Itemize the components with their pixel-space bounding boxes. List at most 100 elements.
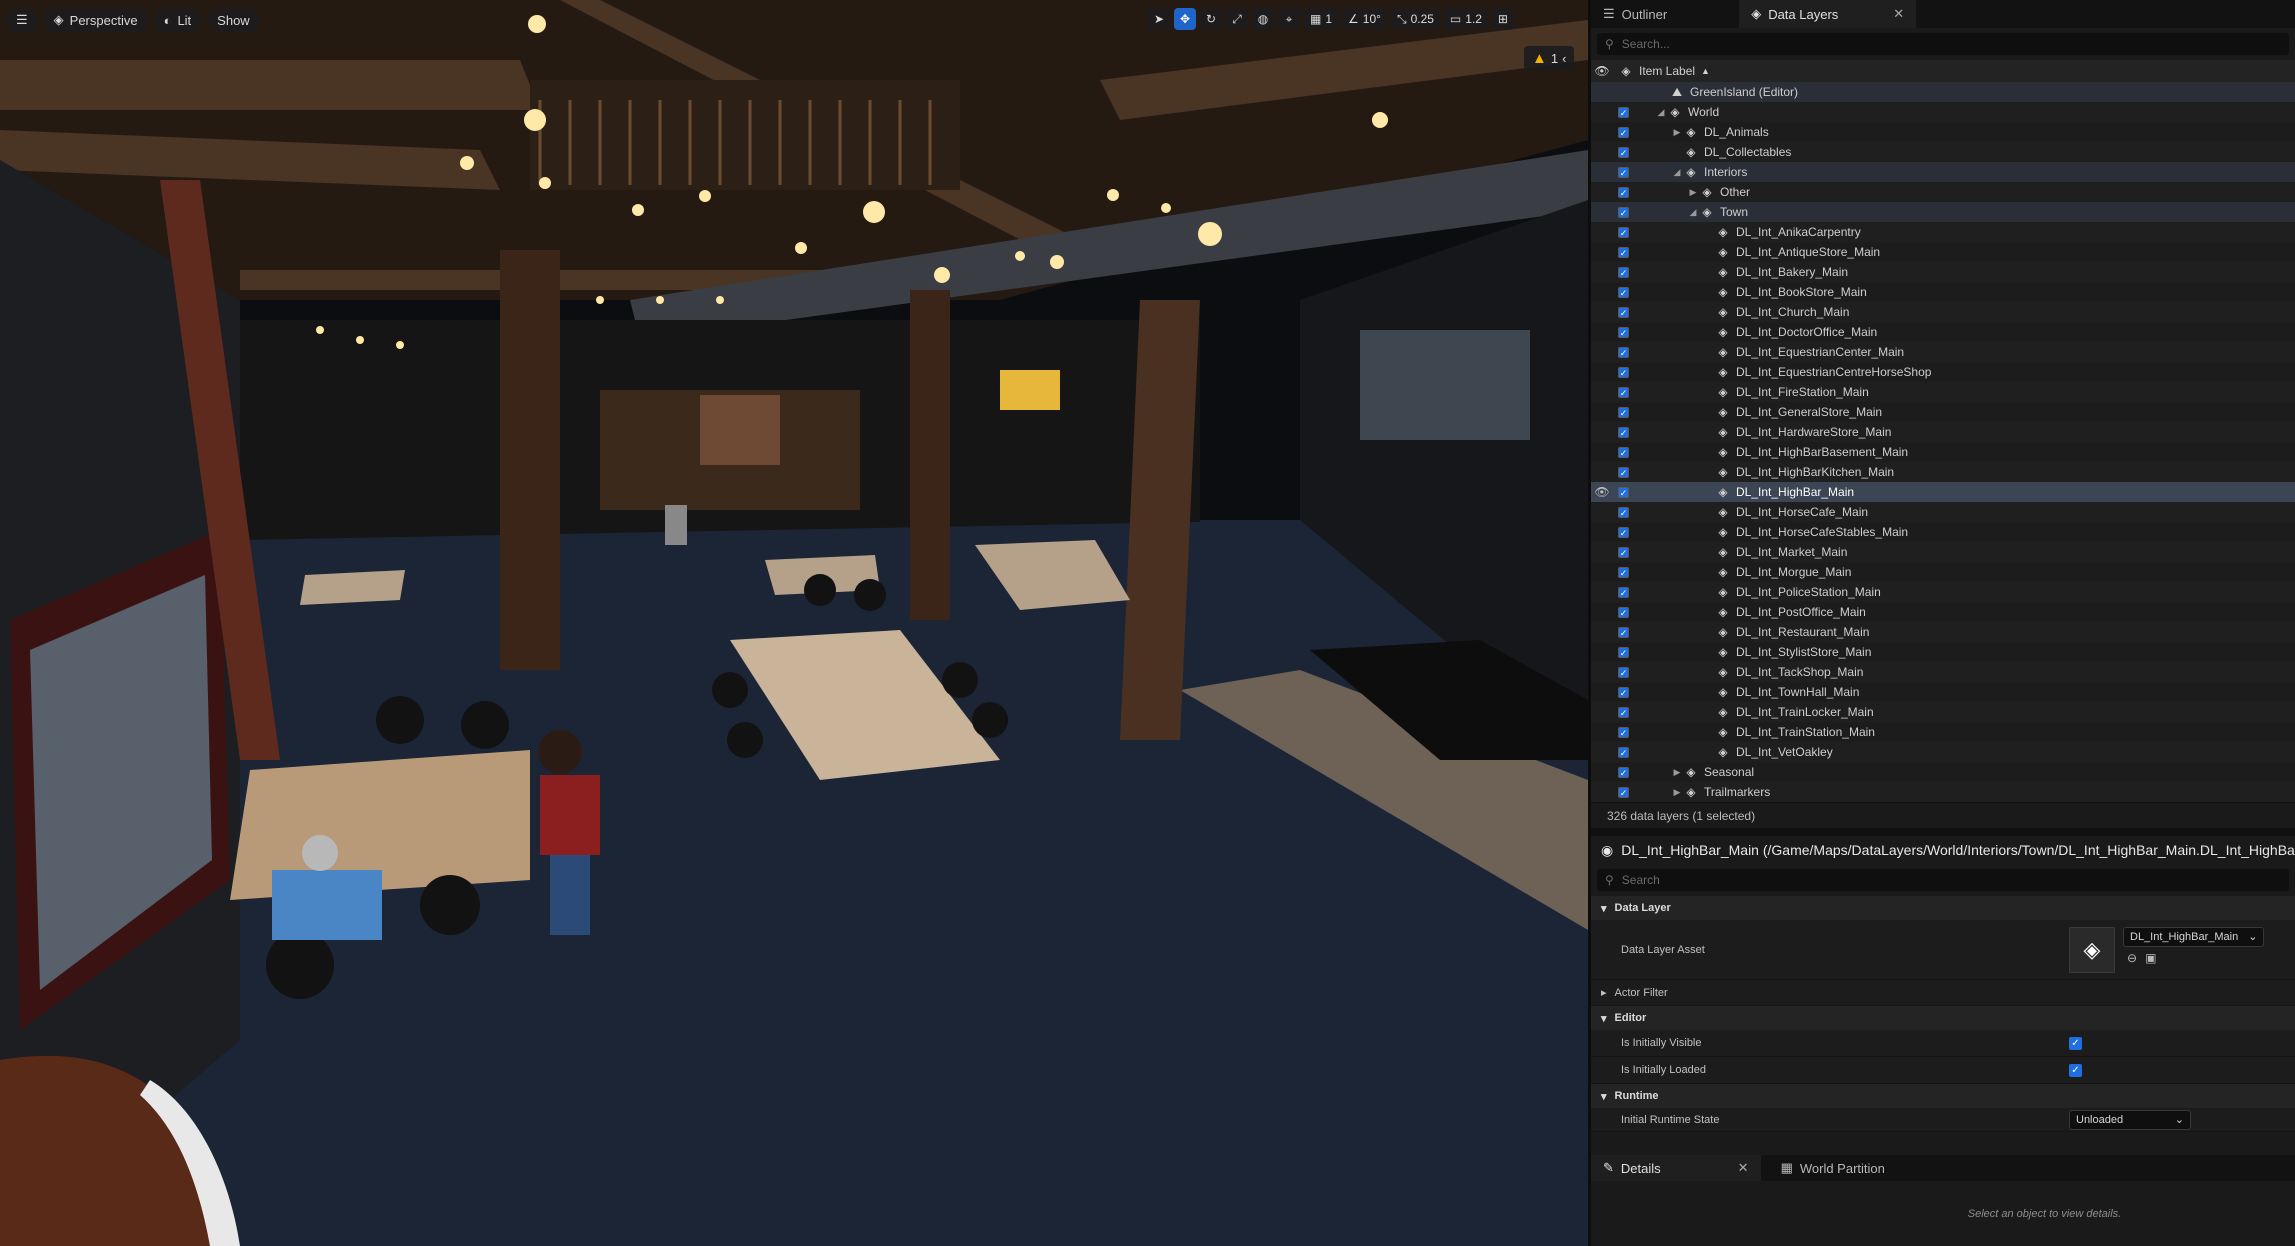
section-runtime[interactable]: ▾ Runtime bbox=[1591, 1084, 2295, 1108]
tree-row[interactable]: ✓ ◈ DL_Int_Morgue_Main bbox=[1591, 562, 2295, 582]
browse-asset-icon[interactable]: ▣ bbox=[2145, 951, 2156, 965]
loaded-checkbox[interactable]: ✓ bbox=[1618, 406, 1629, 418]
details-search-input[interactable]: ⚲ Search bbox=[1597, 869, 2289, 891]
item-label-header[interactable]: Item Label bbox=[1639, 64, 1695, 78]
grid-snap-toggle[interactable]: ▦ 1 bbox=[1304, 8, 1339, 30]
tree-row[interactable]: ✓ ◢ ◈ Interiors bbox=[1591, 162, 2295, 182]
level-viewport[interactable]: ☰ ◈ Perspective ◐ Lit Show ➤ ✥ ↻ ⤢ ◍ ⌖ ▦… bbox=[0, 0, 1588, 1246]
tree-row[interactable]: ✓ ◈ DL_Int_TrainStation_Main bbox=[1591, 722, 2295, 742]
show-button[interactable]: Show bbox=[207, 8, 260, 32]
loaded-checkbox[interactable]: ✓ bbox=[1618, 666, 1629, 678]
tree-row[interactable]: ⛰ GreenIsland (Editor) bbox=[1591, 82, 2295, 102]
view-mode-button[interactable]: ◐ Lit bbox=[153, 8, 202, 32]
loaded-checkbox[interactable]: ✓ bbox=[1618, 586, 1629, 598]
warnings-button[interactable]: ▲ 1 ‹ bbox=[1524, 46, 1575, 70]
tree-row[interactable]: ✓ ◢ ◈ Town bbox=[1591, 202, 2295, 222]
tree-row[interactable]: ✓ ◈ DL_Int_TrainLocker_Main bbox=[1591, 702, 2295, 722]
scale-tool-icon[interactable]: ⤢ bbox=[1226, 8, 1248, 30]
tree-row[interactable]: ✓ ◈ DL_Int_TackShop_Main bbox=[1591, 662, 2295, 682]
tree-row[interactable]: ✓ ◈ DL_Int_EquestrianCenter_Main bbox=[1591, 342, 2295, 362]
loaded-checkbox[interactable]: ✓ bbox=[1618, 686, 1629, 698]
close-icon[interactable]: ✕ bbox=[1738, 1160, 1749, 1176]
tree-row[interactable]: ✓ ◈ DL_Int_Church_Main bbox=[1591, 302, 2295, 322]
loaded-checkbox[interactable]: ✓ bbox=[1618, 266, 1629, 278]
tree-row[interactable]: ✓ ▶ ◈ Other bbox=[1591, 182, 2295, 202]
tree-row[interactable]: ✓ ▶ ◈ Trailmarkers bbox=[1591, 782, 2295, 802]
data-layer-asset-dropdown[interactable]: DL_Int_HighBar_Main ⌄ bbox=[2123, 926, 2265, 947]
loaded-checkbox[interactable]: ✓ bbox=[1618, 226, 1629, 238]
tab-outliner[interactable]: ☰ Outliner bbox=[1591, 0, 1679, 28]
actor-filter-row[interactable]: ▸ Actor Filter bbox=[1591, 980, 2295, 1006]
loaded-checkbox[interactable]: ✓ bbox=[1618, 446, 1629, 458]
surface-snap-icon[interactable]: ⌖ bbox=[1278, 8, 1300, 30]
chevron-down-icon[interactable]: ◢ bbox=[1655, 107, 1667, 118]
tree-row[interactable]: ✓ ◈ DL_Int_StylistStore_Main bbox=[1591, 642, 2295, 662]
tree-row[interactable]: ✓ ◈ DL_Int_AntiqueStore_Main bbox=[1591, 242, 2295, 262]
loaded-checkbox[interactable]: ✓ bbox=[1618, 546, 1629, 558]
loaded-checkbox[interactable]: ✓ bbox=[1618, 746, 1629, 758]
tree-row[interactable]: ✓ ◈ DL_Int_GeneralStore_Main bbox=[1591, 402, 2295, 422]
loaded-checkbox[interactable]: ✓ bbox=[1618, 346, 1629, 358]
visibility-column-icon[interactable]: 👁 bbox=[1591, 64, 1613, 78]
chevron-right-icon[interactable]: ▶ bbox=[1671, 787, 1683, 798]
viewport-menu-button[interactable]: ☰ bbox=[6, 8, 38, 32]
tree-row[interactable]: ✓ ◈ DL_Int_FireStation_Main bbox=[1591, 382, 2295, 402]
loaded-checkbox[interactable]: ✓ bbox=[1618, 706, 1629, 718]
loaded-checkbox[interactable]: ✓ bbox=[1618, 726, 1629, 738]
tree-row[interactable]: ✓ ◈ DL_Int_HardwareStore_Main bbox=[1591, 422, 2295, 442]
close-icon[interactable]: ✕ bbox=[1893, 6, 1904, 22]
tree-row[interactable]: ✓ ◈ DL_Int_HighBarKitchen_Main bbox=[1591, 462, 2295, 482]
runtime-state-dropdown[interactable]: Unloaded ⌄ bbox=[2069, 1109, 2191, 1130]
tree-row[interactable]: ✓ ◈ DL_Int_AnikaCarpentry bbox=[1591, 222, 2295, 242]
loaded-checkbox[interactable]: ✓ bbox=[1618, 126, 1629, 138]
chevron-right-icon[interactable]: ▶ bbox=[1671, 767, 1683, 778]
perspective-button[interactable]: ◈ Perspective bbox=[43, 8, 148, 32]
loaded-checkbox[interactable]: ✓ bbox=[1618, 786, 1629, 798]
translate-tool-icon[interactable]: ✥ bbox=[1174, 8, 1196, 30]
tab-world-partition[interactable]: ▦ World Partition bbox=[1769, 1155, 1897, 1181]
asset-thumbnail-icon[interactable]: ◈ bbox=[2069, 926, 2115, 973]
loaded-checkbox[interactable]: ✓ bbox=[1618, 646, 1629, 658]
loaded-checkbox[interactable]: ✓ bbox=[1618, 106, 1629, 118]
tree-row[interactable]: ✓ ◈ DL_Int_HorseCafeStables_Main bbox=[1591, 522, 2295, 542]
tree-row[interactable]: ✓ ◈ DL_Int_PostOffice_Main bbox=[1591, 602, 2295, 622]
visibility-eye-icon[interactable]: 👁 bbox=[1591, 485, 1613, 499]
loaded-checkbox[interactable]: ✓ bbox=[1618, 206, 1629, 218]
loaded-checkbox[interactable]: ✓ bbox=[1618, 486, 1629, 498]
loaded-checkbox[interactable]: ✓ bbox=[1618, 566, 1629, 578]
tree-row[interactable]: ✓ ◈ DL_Int_Bakery_Main bbox=[1591, 262, 2295, 282]
tree-row[interactable]: ✓ ◈ DL_Collectables bbox=[1591, 142, 2295, 162]
section-editor[interactable]: ▾ Editor bbox=[1591, 1006, 2295, 1030]
tree-row[interactable]: ✓ ◈ DL_Int_EquestrianCentreHorseShop bbox=[1591, 362, 2295, 382]
chevron-down-icon[interactable]: ◢ bbox=[1671, 167, 1683, 178]
loaded-checkbox[interactable]: ✓ bbox=[1618, 606, 1629, 618]
tree-row[interactable]: ✓ ◈ DL_Int_VetOakley bbox=[1591, 742, 2295, 762]
tree-row[interactable]: ✓ ◈ DL_Int_Restaurant_Main bbox=[1591, 622, 2295, 642]
tree-row[interactable]: ✓ ◈ DL_Int_DoctorOffice_Main bbox=[1591, 322, 2295, 342]
loaded-checkbox[interactable]: ✓ bbox=[1618, 526, 1629, 538]
tree-row[interactable]: ✓ ◈ DL_Int_HighBarBasement_Main bbox=[1591, 442, 2295, 462]
loaded-checkbox[interactable]: ✓ bbox=[1618, 366, 1629, 378]
chevron-right-icon[interactable]: ▶ bbox=[1671, 127, 1683, 138]
tree-row[interactable]: ✓ ◈ DL_Int_HorseCafe_Main bbox=[1591, 502, 2295, 522]
tree-row[interactable]: ✓ ◈ DL_Int_Market_Main bbox=[1591, 542, 2295, 562]
loaded-checkbox[interactable]: ✓ bbox=[1618, 146, 1629, 158]
tab-data-layers[interactable]: ◈ Data Layers ✕ bbox=[1739, 0, 1917, 28]
loaded-checkbox[interactable]: ✓ bbox=[1618, 766, 1629, 778]
loaded-checkbox[interactable]: ✓ bbox=[1618, 386, 1629, 398]
loaded-checkbox[interactable]: ✓ bbox=[1618, 286, 1629, 298]
tree-row[interactable]: ✓ ◈ DL_Int_PoliceStation_Main bbox=[1591, 582, 2295, 602]
viewport-layout-icon[interactable]: ⊞ bbox=[1491, 8, 1514, 30]
tree-row[interactable]: ✓ ▶ ◈ Seasonal bbox=[1591, 762, 2295, 782]
chevron-down-icon[interactable]: ◢ bbox=[1687, 207, 1699, 218]
loaded-checkbox[interactable]: ✓ bbox=[1618, 626, 1629, 638]
camera-speed-button[interactable]: ▭ 1.2 bbox=[1443, 8, 1488, 30]
scale-snap-toggle[interactable]: ⤡ 0.25 bbox=[1390, 8, 1440, 30]
world-space-icon[interactable]: ◍ bbox=[1252, 8, 1274, 30]
rotate-tool-icon[interactable]: ↻ bbox=[1200, 8, 1222, 30]
loaded-checkbox[interactable]: ✓ bbox=[1618, 306, 1629, 318]
loaded-checkbox[interactable]: ✓ bbox=[1618, 326, 1629, 338]
select-tool-icon[interactable]: ➤ bbox=[1148, 8, 1170, 30]
loaded-checkbox[interactable]: ✓ bbox=[1618, 506, 1629, 518]
tree-row[interactable]: ✓ ◈ DL_Int_TownHall_Main bbox=[1591, 682, 2295, 702]
